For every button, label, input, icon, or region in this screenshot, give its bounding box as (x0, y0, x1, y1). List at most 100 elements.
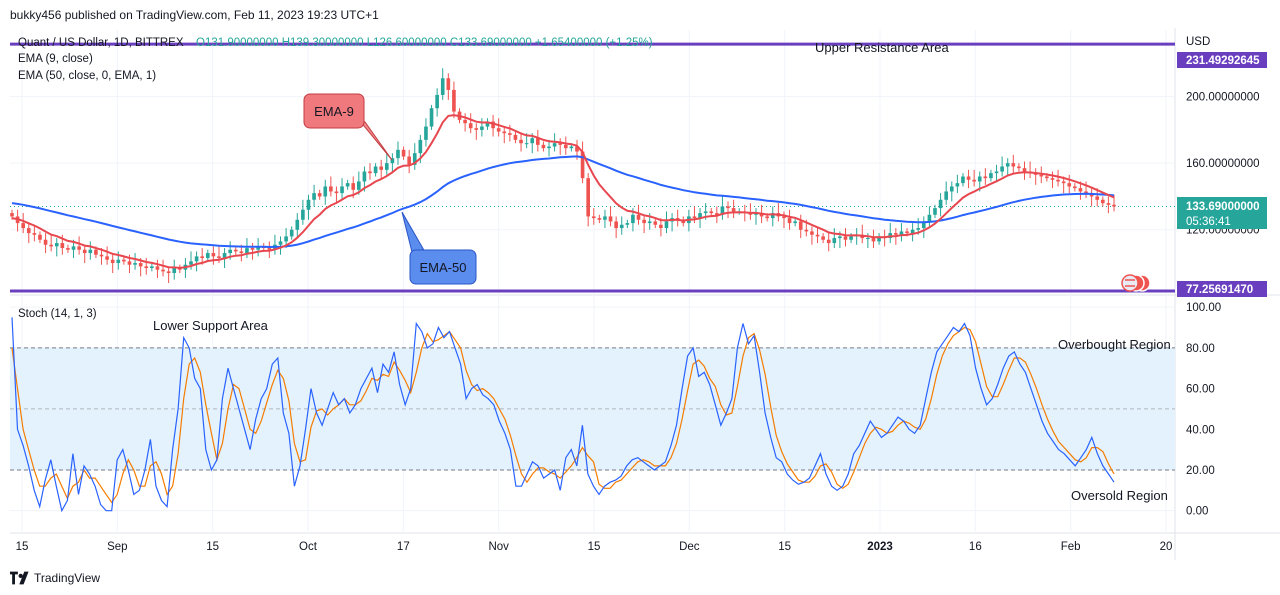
stoch-legend: Stoch (14, 1, 3) (18, 308, 97, 320)
candle (250, 243, 255, 260)
candle-body (826, 239, 831, 244)
candle (832, 228, 837, 249)
candle (944, 181, 949, 205)
candle (412, 143, 417, 170)
candle-body (1005, 163, 1010, 167)
candle-body (508, 133, 512, 135)
candle (54, 238, 59, 257)
candle (899, 223, 904, 242)
candle (888, 223, 893, 244)
stoch-axis-ticks: 0.00 20.00 40.00 60.00 80.00 100.00 (1186, 302, 1221, 517)
candle-body (66, 248, 70, 250)
tradingview-logo-icon (10, 571, 29, 585)
resistance-price-tag: 231.49292645 (1177, 52, 1267, 68)
candle (519, 133, 523, 152)
candle (323, 179, 328, 205)
candle (278, 236, 283, 255)
candle-body (446, 78, 451, 90)
candle-body (653, 221, 658, 225)
candle-body (726, 206, 730, 209)
candle-body (815, 234, 820, 237)
candle-body (384, 163, 389, 170)
candle (921, 216, 926, 239)
stoch-tick-label: 100.00 (1186, 302, 1221, 314)
candle-body (21, 223, 26, 229)
candle (955, 174, 960, 194)
price-tick-label: 200.00000000 (1186, 92, 1260, 104)
candle (1100, 196, 1105, 207)
candle-body (463, 119, 467, 124)
candle-body (205, 253, 210, 259)
candle-body (1000, 166, 1004, 172)
time-tick-label: 16 (969, 541, 982, 553)
candle (927, 206, 932, 229)
candle-body (793, 221, 797, 224)
oversold-label: Oversold Region (1071, 488, 1168, 503)
stoch-tick-label: 0.00 (1186, 506, 1208, 518)
candle (1073, 183, 1077, 192)
candle (463, 113, 467, 132)
chart-area[interactable]: Quant / US Dollar, 1D, BITTREX O131.9000… (0, 0, 1280, 595)
candle-body (1050, 178, 1055, 180)
candle (155, 259, 160, 279)
candle (26, 223, 31, 244)
candle (480, 118, 484, 137)
candle (345, 179, 350, 190)
ohlc-legend: O131.90000000 H139.30000000 L126.6000000… (196, 37, 653, 49)
candle-body (603, 216, 607, 220)
time-tick-label: Dec (679, 541, 700, 553)
candle-body (323, 186, 328, 197)
ema50-callout[interactable]: EMA-50 (401, 211, 477, 285)
candle (810, 226, 814, 245)
candle (452, 81, 456, 119)
symbol-legend: Quant / US Dollar, 1D, BITTREX (18, 37, 184, 49)
overbought-label: Overbought Region (1058, 337, 1171, 352)
candle-body (435, 94, 439, 109)
candle-body (619, 224, 624, 229)
candle (295, 213, 300, 239)
svg-text:133.69000000: 133.69000000 (1186, 201, 1260, 213)
candle-body (200, 256, 205, 259)
candle (541, 141, 546, 152)
candle-body (217, 256, 221, 259)
candle-body (440, 78, 445, 95)
candle-body (1011, 163, 1016, 167)
candle-body (60, 243, 65, 249)
candle (194, 251, 199, 272)
candle-body (362, 171, 367, 182)
candle-body (586, 178, 590, 217)
time-tick-label: Nov (488, 541, 509, 553)
candle-body (373, 166, 378, 174)
candle (558, 138, 563, 155)
candle (273, 234, 277, 255)
candle-body (480, 126, 484, 130)
candle-body (189, 261, 193, 265)
candle (312, 184, 316, 207)
candle (82, 244, 87, 264)
ema9-callout[interactable]: EMA-9 (303, 93, 393, 161)
time-tick-label: Sep (107, 541, 127, 553)
candle (586, 173, 590, 227)
candle (166, 266, 171, 284)
candle-body (38, 234, 42, 240)
candle (429, 104, 434, 130)
candle (547, 139, 551, 157)
candle (675, 209, 680, 227)
flag-events-icon[interactable] (1121, 274, 1151, 292)
candle-body (155, 266, 160, 270)
candle-body (138, 263, 143, 267)
candle-body (110, 259, 115, 264)
candle (211, 246, 216, 265)
candle (334, 186, 339, 204)
candle-body (765, 216, 769, 219)
candle (396, 141, 400, 165)
candle-body (983, 176, 988, 179)
candle-body (77, 246, 81, 250)
candle (105, 246, 109, 265)
candle (580, 141, 585, 184)
candle-body (161, 269, 165, 272)
candle-body (105, 256, 109, 260)
candle-body (843, 236, 848, 240)
candle-body (821, 236, 825, 240)
candle (994, 164, 999, 182)
